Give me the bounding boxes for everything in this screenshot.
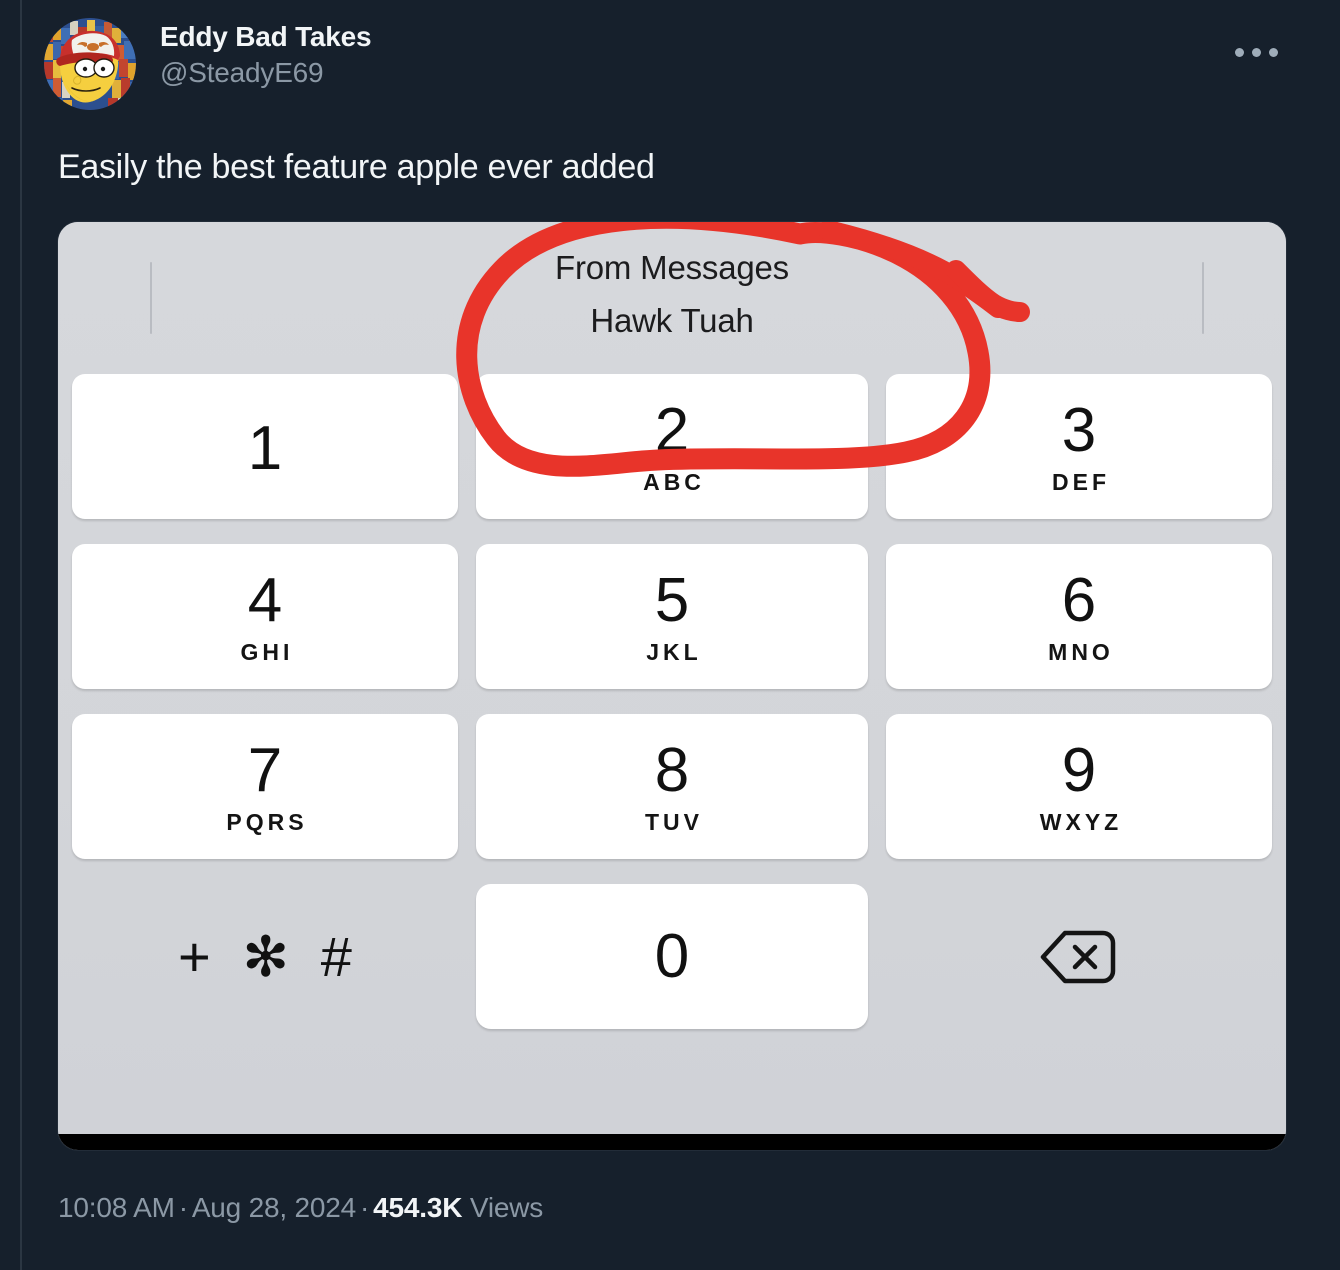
key-digit: 8 <box>654 735 690 805</box>
key-letters: ABC <box>643 468 705 495</box>
avatar[interactable] <box>44 18 136 110</box>
user-handle: @SteadyE69 <box>160 57 324 88</box>
key-9[interactable]: 9 WXYZ <box>886 714 1272 859</box>
key-0[interactable]: 0 <box>476 884 868 1029</box>
caller-source-label: From Messages <box>555 249 789 286</box>
screenshot-bottom-bar <box>58 1134 1286 1150</box>
key-digit: 7 <box>247 735 283 805</box>
key-letters: MNO <box>1048 638 1114 665</box>
key-digit: 3 <box>1061 395 1097 465</box>
dialer-keypad: 1 2 ABC 3 DEF 4 GHI 5 JKL 6 MNO 7 PQRS 8… <box>72 374 1272 1029</box>
caller-name: Hawk Tuah <box>590 302 754 339</box>
ios-dialer: From Messages Hawk Tuah 1 2 ABC 3 DEF 4 <box>58 222 1286 1134</box>
tweet-text: Easily the best feature apple ever added <box>58 148 655 186</box>
key-symbols-label: + ✻ # <box>178 924 360 988</box>
author-info: Eddy Bad Takes @SteadyE69 <box>160 18 372 92</box>
key-4[interactable]: 4 GHI <box>72 544 458 689</box>
key-letters: WXYZ <box>1039 808 1123 835</box>
key-letters: GHI <box>240 638 294 665</box>
key-digit: 4 <box>247 565 283 635</box>
backspace-delete-icon <box>1040 930 1116 983</box>
key-5[interactable]: 5 JKL <box>476 544 868 689</box>
separator: · <box>360 1192 370 1223</box>
key-symbols[interactable]: + ✻ # <box>72 884 458 1029</box>
dot <box>1252 48 1261 57</box>
key-letters: TUV <box>645 808 703 835</box>
key-digit: 5 <box>654 565 690 635</box>
tweet-header: Eddy Bad Takes @SteadyE69 <box>44 18 1314 114</box>
media-screenshot[interactable]: From Messages Hawk Tuah 1 2 ABC 3 DEF 4 <box>58 222 1286 1150</box>
post-time: 10:08 AM <box>58 1192 175 1223</box>
key-digit: 0 <box>654 921 690 991</box>
caller-info: From Messages Hawk Tuah <box>58 244 1286 350</box>
key-3[interactable]: 3 DEF <box>886 374 1272 519</box>
key-digit: 9 <box>1061 735 1097 805</box>
views-label: Views <box>469 1192 544 1223</box>
key-8[interactable]: 8 TUV <box>476 714 868 859</box>
key-1[interactable]: 1 <box>72 374 458 519</box>
avatar-image <box>44 18 136 110</box>
key-letters: JKL <box>646 638 702 665</box>
display-name: Eddy Bad Takes <box>160 21 372 52</box>
key-delete[interactable] <box>886 884 1272 1029</box>
key-digit: 6 <box>1061 565 1097 635</box>
tweet-page: Eddy Bad Takes @SteadyE69 Easily the bes… <box>0 0 1340 1270</box>
more-horizontal-icon[interactable] <box>1235 48 1278 57</box>
key-letters: PQRS <box>226 808 308 835</box>
thread-line <box>20 0 22 1270</box>
key-6[interactable]: 6 MNO <box>886 544 1272 689</box>
key-7[interactable]: 7 PQRS <box>72 714 458 859</box>
key-digit: 1 <box>247 413 283 483</box>
dot <box>1235 48 1244 57</box>
separator: · <box>178 1192 188 1223</box>
key-2[interactable]: 2 ABC <box>476 374 868 519</box>
key-digit: 2 <box>654 395 690 465</box>
key-letters: DEF <box>1052 468 1110 495</box>
tweet-metadata: 10:08 AM · Aug 28, 2024 · 454.3K Views <box>58 1192 543 1224</box>
post-date: Aug 28, 2024 <box>191 1192 357 1223</box>
views-count: 454.3K <box>373 1192 463 1223</box>
dot <box>1269 48 1278 57</box>
